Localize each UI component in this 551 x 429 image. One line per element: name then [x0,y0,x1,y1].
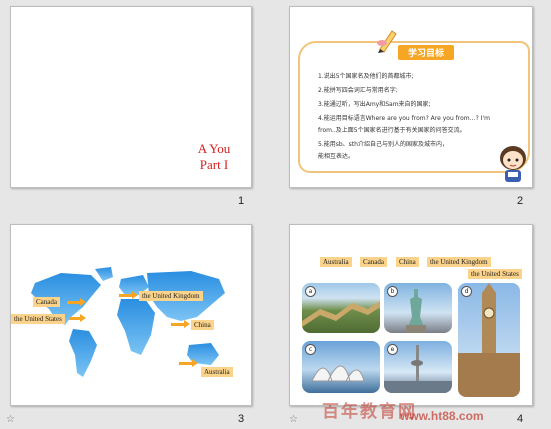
title-line-1: A You [197,141,231,156]
photo-cn-tower: e [384,341,452,393]
goal-line: from..及上面5个国家名进行基于有关国家的问答交流。 [318,127,466,134]
country-label: Australia [320,257,352,267]
label-china: China [191,320,214,330]
goal-line: 能相互表达。 [318,153,355,160]
arrow-uk [119,291,138,299]
big-ben-icon [458,283,520,397]
photo-tag: c [305,344,316,355]
photo-tag: d [461,286,472,297]
country-label: the United Kingdom [427,257,491,267]
pencil-icon [377,30,397,53]
label-united-states: the United States [11,314,65,324]
photo-statue-of-liberty: b [384,283,452,333]
slide-thumbnail-3[interactable]: the United Kingdom Canada the United Sta… [10,224,252,406]
slide-transition-icon: ☆ [289,414,298,425]
photo-sydney-opera-house: c [302,341,380,393]
country-label: Canada [360,257,387,267]
photo-tag: b [387,286,398,297]
photo-tag: a [305,286,316,297]
title-line-2: Part I [199,157,229,172]
goal-line: 1.说出5个国家名及他们的首都城市; [318,73,414,80]
goals-banner: 学习目标 [398,45,455,60]
goal-line: 5.能用sb、sth介绍自己与别人的国家及城市内， [318,141,448,148]
arrow-australia [179,359,198,367]
arrow-us [69,314,86,322]
goal-line: 3.能通过听，写出Amy和Sam来自的国家; [318,101,431,108]
slide-number-2: 2 [517,195,524,207]
arrow-china [171,320,190,328]
slide-title: A You Part I [179,141,249,173]
country-label: the United States [468,269,522,279]
goal-line: 2.能拼写四会词汇与常用名字; [318,87,398,94]
country-label: China [396,257,419,267]
photo-big-ben: d [458,283,520,397]
cartoon-girl-icon [500,146,526,182]
slide-thumbnail-2[interactable]: 学习目标 1.说出5个国家名及他们的首都城市; 2.能拼写四会词汇与常用名字; … [289,6,533,188]
slide-thumbnail-1[interactable]: A You Part I [10,6,252,188]
photo-great-wall: a [302,283,380,333]
slide-number-3: 3 [238,413,245,425]
slide-number-4: 4 [517,413,524,425]
world-map-icon [31,267,225,377]
label-australia: Australia [201,367,233,377]
slide-transition-icon: ☆ [6,414,15,425]
photo-tag: e [387,344,398,355]
slide-thumbnail-4[interactable]: Australia Canada China the United Kingdo… [289,224,533,406]
arrow-canada [67,298,86,306]
label-canada: Canada [33,297,60,307]
watermark-url: www.ht88.com [400,409,484,423]
label-uk: the United Kingdom [139,291,203,301]
goal-line: 4.能运用目标语言Where are you from? Are you fro… [318,115,490,122]
slide-number-1: 1 [238,195,245,207]
